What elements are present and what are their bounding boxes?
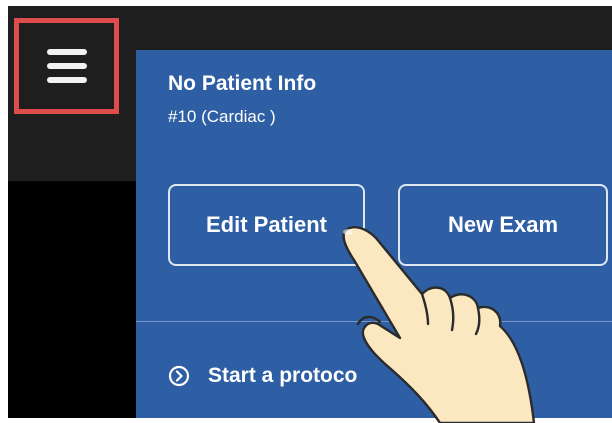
chevron-right-circle-icon xyxy=(168,365,190,387)
menu-button[interactable] xyxy=(14,18,119,114)
patient-name: No Patient Info xyxy=(168,72,317,95)
pointing-hand-icon xyxy=(342,226,536,423)
exam-id: #10 (Cardiac ) xyxy=(168,107,276,126)
hamburger-menu-icon xyxy=(46,49,87,83)
start-protocol-item[interactable]: Start a protoco xyxy=(168,364,357,388)
